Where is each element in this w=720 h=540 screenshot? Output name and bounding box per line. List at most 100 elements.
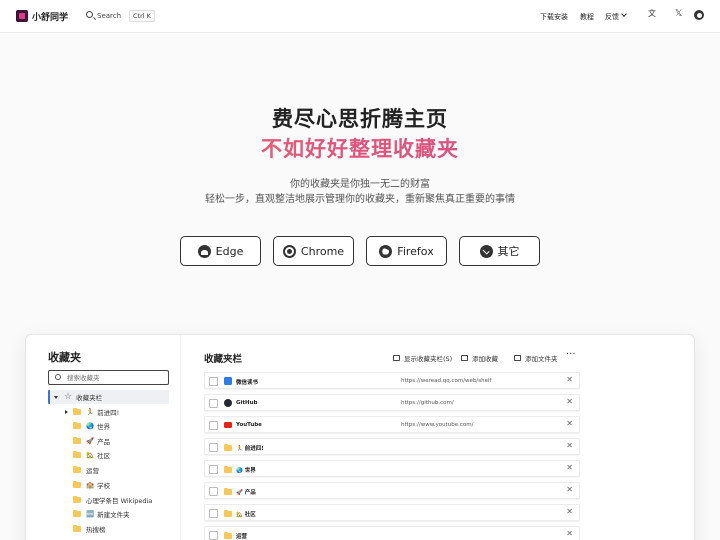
add-bookmark-button[interactable]: 添加收藏 [461,353,498,363]
button-label: 其它 [497,245,520,258]
folder-icon [73,465,81,473]
bookmark-row[interactable]: 微信读书 https://weread.qq.com/web/shelf ✕ [204,372,580,389]
chevron-down-icon[interactable] [621,11,627,17]
tree-item[interactable]: 运营 [73,463,99,477]
search-icon [55,374,61,380]
row-name: 🚀 产品 [236,490,256,496]
row-name: 🏃 前进四! [236,446,264,452]
hero-subtitle-2: 轻松一步，直观整洁地展示管理你的收藏夹，重新聚焦真正重要的事情 [205,194,515,205]
bookmark-add-icon [461,355,468,361]
edge-icon [197,244,211,258]
tree-item[interactable]: 🏃 前进四! [65,405,119,419]
row-checkbox[interactable] [209,399,218,408]
folder-row[interactable]: 🏡 社区 ✕ [204,504,580,521]
row-checkbox[interactable] [209,487,218,496]
tree-label: 社区 [97,452,111,460]
nav-download[interactable]: 下载安装 [540,12,568,22]
row-name: 微信读书 [236,380,259,386]
tree-item[interactable]: 🏫 学校 [73,478,110,492]
add-folder-button[interactable]: 添加文件夹 [514,353,558,363]
bookmark-manager-preview: 收藏夹 ☆ 收藏夹栏 🏃 前进四! 🌏 世界 🚀 产品 🏡 [25,334,695,540]
tool-label: 显示收藏夹栏(S) [404,355,453,363]
sidebar: 收藏夹 ☆ 收藏夹栏 🏃 前进四! 🌏 世界 🚀 产品 🏡 [26,335,181,540]
tree-label: 学校 [97,482,111,490]
tree-item[interactable]: 🚀 产品 [73,434,110,448]
close-icon[interactable]: ✕ [566,375,573,384]
bookmark-row[interactable]: GitHub https://github.com/ ✕ [204,394,580,411]
nav-feedback[interactable]: 反馈 [605,12,619,22]
folder-icon [73,524,81,532]
row-checkbox[interactable] [209,509,218,518]
sidebar-title: 收藏夹 [48,351,81,364]
search-button[interactable]: Search [97,12,121,20]
close-icon[interactable]: ✕ [566,507,573,516]
folder-icon [73,421,81,429]
close-icon[interactable]: ✕ [566,485,573,494]
chrome-icon [282,244,296,258]
search-shortcut: Ctrl K [129,10,155,22]
top-navbar: 小舒同学 Search Ctrl K 下载安装 教程 反馈 文 𝕏 [0,0,720,33]
bookmark-row[interactable]: YouTube https://www.youtube.com/ ✕ [204,416,580,433]
sidebar-search[interactable] [48,370,169,385]
row-checkbox[interactable] [209,465,218,474]
close-icon[interactable]: ✕ [566,441,573,450]
folder-row[interactable]: 🚀 产品 ✕ [204,482,580,499]
search-input[interactable] [67,372,162,383]
emoji: 🆕 [86,510,95,518]
chevron-down-icon[interactable] [54,395,58,399]
tree-label: 心理学条目 Wikipedia [86,497,153,505]
brand-name[interactable]: 小舒同学 [32,10,68,23]
tree-label: 运营 [86,467,99,475]
app-logo[interactable] [16,10,28,22]
close-icon[interactable]: ✕ [566,529,573,538]
button-label: Firefox [397,244,434,258]
close-icon[interactable]: ✕ [566,463,573,472]
chrome-download-button[interactable]: Chrome [273,236,354,266]
tree-item[interactable]: 🌏 世界 [73,419,110,433]
tree-item[interactable]: 🏡 社区 [73,448,110,462]
folder-icon [224,531,232,539]
close-icon[interactable]: ✕ [566,419,573,428]
pane-title: 收藏夹栏 [204,354,243,365]
row-name: 运营 [236,534,248,540]
close-icon[interactable]: ✕ [566,397,573,406]
eye-off-icon [393,355,400,361]
row-checkbox[interactable] [209,531,218,540]
folder-row[interactable]: 🌏 世界 ✕ [204,460,580,477]
more-menu-icon[interactable]: ··· [566,349,576,360]
row-checkbox[interactable] [209,421,218,430]
nav-tutorial[interactable]: 教程 [580,12,594,22]
emoji: 🌏 [86,422,95,430]
emoji: 🏃 [86,408,95,416]
github-icon[interactable] [694,10,704,20]
tree-item[interactable]: 心理学条目 Wikipedia [73,493,152,507]
firefox-download-button[interactable]: Firefox [366,236,447,266]
firefox-icon [379,244,393,258]
tree-item[interactable]: 热搜榜 [73,522,106,536]
row-name: 🏡 社区 [236,512,256,518]
edge-download-button[interactable]: Edge [180,236,261,266]
row-checkbox[interactable] [209,377,218,386]
translate-icon[interactable]: 文 [648,10,656,18]
chevron-right-icon[interactable] [65,410,68,414]
emoji: 🏫 [86,481,95,489]
button-label: Chrome [300,244,345,258]
row-name: GitHub [236,400,258,406]
folder-row[interactable]: 🏃 前进四! ✕ [204,438,580,455]
row-checkbox[interactable] [209,443,218,452]
search-icon[interactable] [86,11,93,18]
show-bar-button[interactable]: 显示收藏夹栏(S) [393,353,452,363]
x-twitter-icon[interactable]: 𝕏 [675,10,682,19]
tree-label: 热搜榜 [86,526,106,534]
folder-icon [73,407,81,415]
github-icon [224,399,232,407]
folder-icon [73,480,81,488]
folder-icon [224,487,232,495]
folder-icon [73,509,81,517]
tree-item[interactable]: 🆕 新建文件夹 [73,507,130,521]
other-download-button[interactable]: 其它 [459,236,540,266]
folder-row[interactable]: 运营 ✕ [204,526,580,540]
row-url: https://www.youtube.com/ [401,422,474,428]
tree-root[interactable]: ☆ 收藏夹栏 [48,390,169,404]
download-icon [479,244,493,258]
